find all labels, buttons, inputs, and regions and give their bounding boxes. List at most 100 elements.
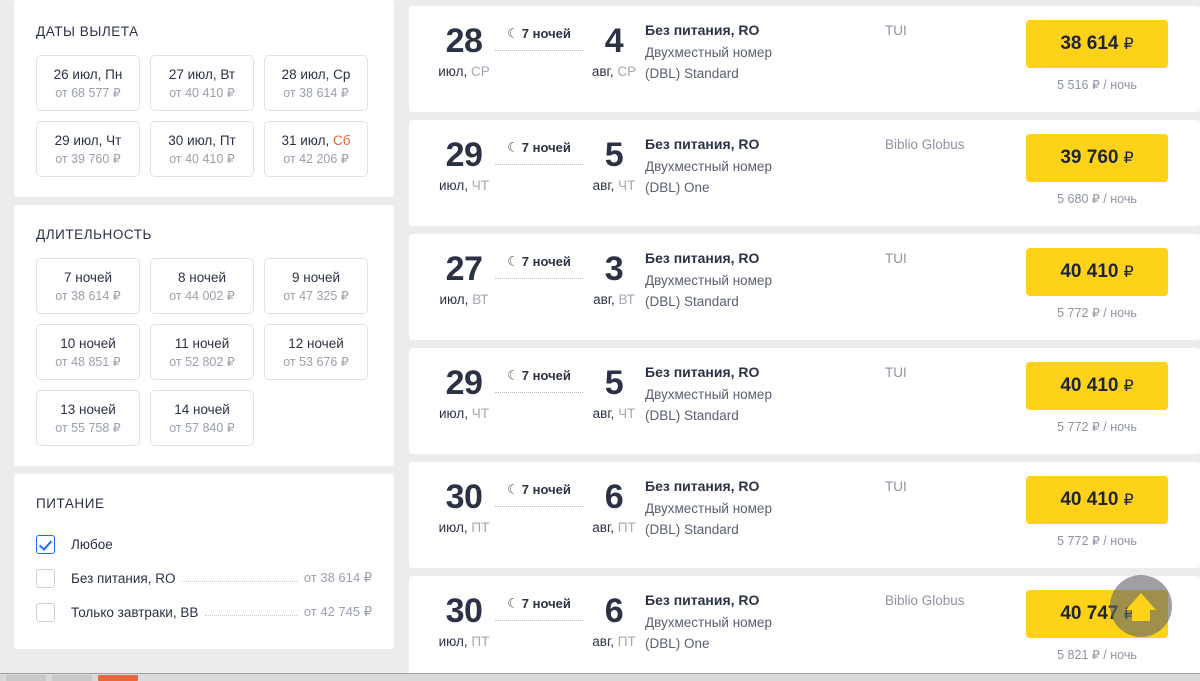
tour-price-per-night: 5 772 ₽ / ночь — [1057, 534, 1137, 548]
departure-date: 30 июл, ПТ — [433, 480, 495, 535]
tour-total-price: 38 614 — [1060, 33, 1119, 54]
scroll-to-top-button[interactable] — [1110, 575, 1172, 637]
duration-chip[interactable]: 14 ночей от 57 840 ₽ — [150, 390, 254, 446]
meal-checkbox[interactable] — [36, 534, 55, 554]
departure-month-text: июл, — [439, 292, 473, 307]
tour-results-list[interactable]: 28 июл, СР ☾ 7 ночей 4 авг, СР Без питания, RO… — [409, 0, 1200, 681]
departure-date-chip[interactable]: 26 июл, Пн от 68 577 ₽ — [36, 55, 140, 111]
tour-card[interactable]: 29 июл, ЧТ ☾ 7 ночей 5 авг, ЧТ Без питания, RO… — [409, 120, 1200, 226]
departure-weekday: ЧТ — [471, 178, 489, 193]
taskbar-item[interactable] — [52, 674, 92, 681]
return-month-text: авг, — [591, 64, 618, 79]
meal-option-price: от 42 745 ₽ — [303, 604, 372, 619]
departure-month-text: июл, — [438, 520, 472, 535]
meal-checkbox[interactable] — [36, 602, 55, 622]
return-month-text: авг, — [593, 292, 619, 307]
moon-icon: ☾ — [507, 367, 519, 383]
departure-date-weekday: Пн — [105, 66, 123, 82]
tour-room-info: Без питания, RO Двухместный номер (DBL) St… — [645, 248, 873, 313]
tour-room-line-2: (DBL) Standard — [645, 65, 739, 81]
departure-date: 29 июл, ЧТ — [433, 366, 495, 421]
tour-dates: 27 июл, ВТ ☾ 7 ночей 3 авг, ВТ — [409, 248, 645, 307]
duration-price: от 57 840 ₽ — [169, 420, 235, 435]
os-taskbar[interactable] — [0, 673, 1200, 681]
departure-month-text: июл, — [439, 178, 472, 193]
meal-option-row[interactable]: Любое — [36, 527, 372, 561]
tour-operator-name: TUI — [885, 23, 907, 38]
departure-date-chip[interactable]: 31 июл, Сб от 42 206 ₽ — [264, 121, 368, 177]
return-weekday: ЧТ — [618, 406, 636, 421]
tour-price-button[interactable]: 40 410 ₽ — [1026, 476, 1168, 524]
tour-room-line-1: Двухместный номер — [645, 45, 772, 60]
departure-date-chip[interactable]: 30 июл, Пт от 40 410 ₽ — [150, 121, 254, 177]
tour-meal-type: Без питания, RO — [645, 478, 760, 494]
meals-option-list: Любое Без питания, RO от 38 614 ₽ Только за… — [36, 527, 372, 629]
meal-option-label: Только завтраки, BB — [71, 604, 199, 620]
tour-operator-name: TUI — [885, 479, 907, 494]
nights-indicator: ☾ 7 ночей — [495, 24, 583, 51]
nights-label: 7 ночей — [521, 254, 571, 269]
meal-checkbox[interactable] — [36, 568, 55, 588]
departure-date-label: 27 июл, Вт — [169, 67, 235, 82]
return-month-text: авг, — [592, 406, 619, 421]
meal-option-row[interactable]: Без питания, RO от 38 614 ₽ — [36, 561, 372, 595]
return-month: авг, ЧТ — [593, 406, 636, 421]
tour-card[interactable]: 30 июл, ПТ ☾ 7 ночей 6 авг, ПТ Без питания, RO… — [409, 576, 1200, 681]
departure-month-text: июл, — [438, 64, 471, 79]
departure-day: 30 — [445, 592, 483, 630]
duration-label: 10 ночей — [60, 335, 116, 351]
departure-dates-title: ДАТЫ ВЫЛЕТА — [36, 24, 139, 39]
return-date: 3 авг, ВТ — [583, 252, 645, 307]
departure-date-chip[interactable]: 28 июл, Ср от 38 614 ₽ — [264, 55, 368, 111]
tour-price-area: 39 760 ₽5 680 ₽ / ночь — [1010, 134, 1200, 206]
departure-date-price: от 39 760 ₽ — [55, 151, 121, 166]
departure-weekday: ПТ — [471, 634, 490, 649]
duration-chip[interactable]: 12 ночей от 53 676 ₽ — [264, 324, 368, 380]
departure-date-chip[interactable]: 27 июл, Вт от 40 410 ₽ — [150, 55, 254, 111]
return-day: 6 — [604, 478, 624, 516]
filters-sidebar: ДАТЫ ВЫЛЕТА 26 июл, Пн от 68 577 ₽ 27 июл,… — [14, 0, 394, 681]
nights-label: 7 ночей — [521, 26, 571, 41]
departure-day: 29 — [445, 136, 483, 174]
tour-room-line-2: (DBL) One — [645, 635, 710, 651]
departure-month: июл, ЧТ — [439, 178, 489, 193]
tour-price-button[interactable]: 38 614 ₽ — [1026, 20, 1168, 68]
tour-price-area: 38 614 ₽5 516 ₽ / ночь — [1010, 20, 1200, 92]
tour-card[interactable]: 27 июл, ВТ ☾ 7 ночей 3 авг, ВТ Без питания, RO… — [409, 234, 1200, 340]
moon-icon: ☾ — [507, 253, 519, 269]
arrow-up-icon — [1126, 593, 1156, 621]
taskbar-item-active[interactable] — [98, 674, 138, 681]
tour-room-line-2: (DBL) Standard — [645, 407, 739, 423]
moon-icon: ☾ — [507, 139, 519, 155]
duration-chip[interactable]: 11 ночей от 52 802 ₽ — [150, 324, 254, 380]
taskbar-item[interactable] — [6, 674, 46, 681]
duration-chip[interactable]: 10 ночей от 48 851 ₽ — [36, 324, 140, 380]
tour-card[interactable]: 29 июл, ЧТ ☾ 7 ночей 5 авг, ЧТ Без питания, RO… — [409, 348, 1200, 454]
tour-card[interactable]: 28 июл, СР ☾ 7 ночей 4 авг, СР Без питания, RO… — [409, 6, 1200, 112]
duration-label: 13 ночей — [60, 401, 116, 417]
return-month: авг, ЧТ — [593, 178, 636, 193]
duration-chip[interactable]: 8 ночей от 44 002 ₽ — [150, 258, 254, 314]
duration-chip[interactable]: 13 ночей от 55 758 ₽ — [36, 390, 140, 446]
duration-chip[interactable]: 7 ночей от 38 614 ₽ — [36, 258, 140, 314]
tour-operator: TUI — [873, 248, 1010, 266]
tour-price-button[interactable]: 40 410 ₽ — [1026, 248, 1168, 296]
return-weekday: ПТ — [617, 634, 636, 649]
tour-card[interactable]: 30 июл, ПТ ☾ 7 ночей 6 авг, ПТ Без питания, RO… — [409, 462, 1200, 568]
departure-date-text: 26 июл, — [53, 66, 106, 82]
tour-price-per-night: 5 772 ₽ / ночь — [1057, 420, 1137, 434]
return-day: 5 — [604, 136, 624, 174]
tour-price-button[interactable]: 40 410 ₽ — [1026, 362, 1168, 410]
nights-indicator: ☾ 7 ночей — [495, 366, 583, 393]
return-day: 6 — [604, 592, 624, 630]
departure-date-chip[interactable]: 29 июл, Чт от 39 760 ₽ — [36, 121, 140, 177]
nights-label-wrap: ☾ 7 ночей — [507, 254, 571, 269]
return-weekday: ПТ — [617, 520, 636, 535]
departure-date: 29 июл, ЧТ — [433, 138, 495, 193]
tour-price-button[interactable]: 39 760 ₽ — [1026, 134, 1168, 182]
departure-weekday: ПТ — [471, 520, 490, 535]
nights-dotted-line — [495, 50, 583, 51]
departure-date-text: 28 июл, — [281, 66, 334, 82]
duration-chip[interactable]: 9 ночей от 47 325 ₽ — [264, 258, 368, 314]
meal-option-row[interactable]: Только завтраки, BB от 42 745 ₽ — [36, 595, 372, 629]
